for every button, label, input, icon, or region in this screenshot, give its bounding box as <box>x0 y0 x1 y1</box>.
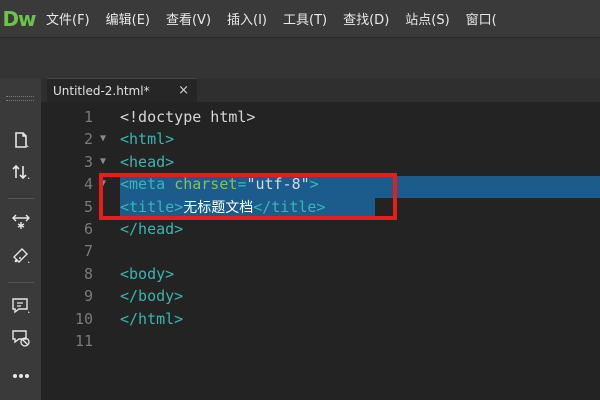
toolbar-separator <box>8 282 34 283</box>
code-line[interactable]: 11 <box>41 330 600 352</box>
menu-file[interactable]: 文件(F) <box>46 9 90 28</box>
close-icon[interactable]: × <box>178 83 189 98</box>
code-editor[interactable]: 1 <!doctype html> 2 ▼ <html> 3 ▼ <head> 4 ▼ <meta … <box>41 102 600 400</box>
code-line[interactable]: 8 <body> <box>41 263 600 285</box>
fold-toggle-icon[interactable]: ▼ <box>100 151 106 173</box>
menu-view[interactable]: 查看(V) <box>166 9 211 28</box>
menu-insert[interactable]: 插入(I) <box>227 9 267 28</box>
comment-icon[interactable] <box>6 292 36 320</box>
menu-site[interactable]: 站点(S) <box>405 9 449 28</box>
code-line[interactable]: 6 </head> <box>41 218 600 240</box>
expand-collapse-icon[interactable] <box>6 208 36 236</box>
line-number: 10 <box>74 309 93 328</box>
code-text: <html> <box>120 128 174 150</box>
code-token: <body> <box>120 264 175 283</box>
code-token: </head> <box>120 220 184 238</box>
code-token: <html> <box>120 130 175 149</box>
remove-comment-icon[interactable] <box>6 324 36 352</box>
code-text: </head> <box>120 218 183 240</box>
menu-bar: Dw 文件(F) 编辑(E) 查看(V) 插入(I) 工具(T) 查找(D) 站… <box>0 0 600 37</box>
line-number: 6 <box>83 220 93 238</box>
line-number: 4 <box>83 175 93 194</box>
coding-toolbar <box>0 78 42 400</box>
code-token: <!doctype html> <box>120 108 256 126</box>
line-number: 11 <box>74 332 93 350</box>
menu-find[interactable]: 查找(D) <box>343 9 389 28</box>
line-number: 1 <box>83 108 93 126</box>
menu-window[interactable]: 窗口( <box>466 9 497 28</box>
code-token: </html> <box>120 309 184 328</box>
code-text: </body> <box>120 285 183 307</box>
code-line[interactable]: 2 ▼ <html> <box>41 128 600 150</box>
toolbar-separator <box>8 198 34 199</box>
line-number: 9 <box>83 287 93 306</box>
line-number: 2 <box>83 130 93 149</box>
sort-arrows-icon[interactable] <box>6 158 36 186</box>
code-line[interactable]: 3 ▼ <head> <box>41 151 600 173</box>
code-line[interactable]: 10 </html> <box>41 308 600 330</box>
code-line[interactable]: 9 </body> <box>41 285 600 307</box>
code-text: <head> <box>120 151 174 173</box>
panel-grip[interactable] <box>6 96 34 101</box>
document-tab-bar: Untitled-2.html* × <box>41 78 600 102</box>
code-text: <!doctype html> <box>120 106 255 128</box>
code-text: </html> <box>120 308 183 330</box>
line-number: 3 <box>83 152 93 171</box>
line-number: 8 <box>83 264 93 283</box>
code-line[interactable]: 1 <!doctype html> <box>41 106 600 128</box>
line-number: 5 <box>83 197 93 216</box>
document-tab-title: Untitled-2.html* <box>53 83 150 98</box>
more-icon[interactable] <box>6 362 36 390</box>
code-token: <head> <box>120 152 175 171</box>
code-line[interactable]: 7 <box>41 240 600 262</box>
new-document-icon[interactable] <box>6 126 36 154</box>
fold-toggle-icon[interactable]: ▼ <box>100 128 106 150</box>
dreamweaver-logo: Dw <box>2 6 36 31</box>
menu-edit[interactable]: 编辑(E) <box>106 9 150 28</box>
annotation-box <box>99 173 397 220</box>
document-tab[interactable]: Untitled-2.html* × <box>47 78 197 102</box>
menu-tools[interactable]: 工具(T) <box>283 9 327 28</box>
code-token: </body> <box>120 287 184 306</box>
line-number: 7 <box>83 242 93 261</box>
code-text: <body> <box>120 263 174 285</box>
wrap-tag-icon[interactable] <box>6 242 36 270</box>
toolbar <box>0 37 600 79</box>
